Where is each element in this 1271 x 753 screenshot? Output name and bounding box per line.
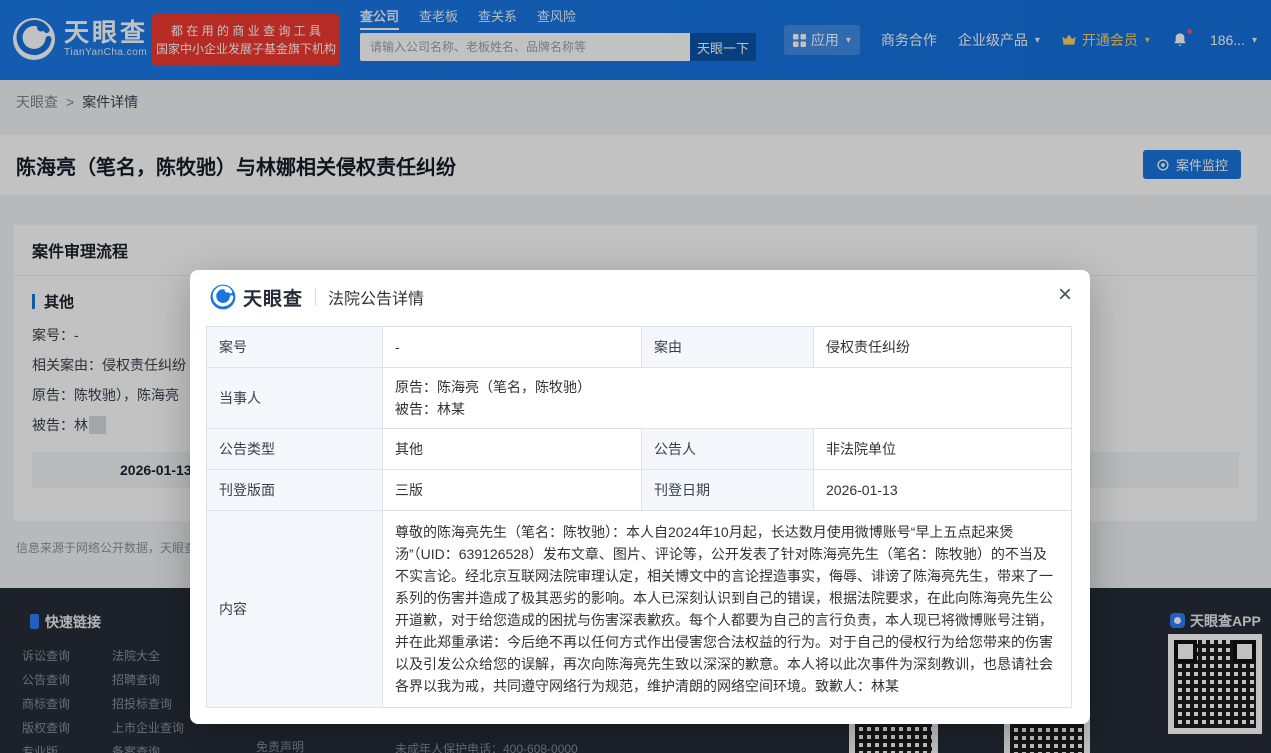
announcement-type-label: 公告类型: [207, 429, 382, 469]
announcer-value: 非法院单位: [813, 429, 1071, 469]
content-label: 内容: [207, 511, 382, 707]
parties-value: 原告：陈海亮（笔名，陈牧驰） 被告：林某: [382, 368, 1071, 428]
case-number-label: 案号: [207, 327, 382, 367]
tianyancha-logo-icon: [210, 284, 236, 310]
divider: [315, 288, 316, 306]
modal-brand: 天眼查: [243, 284, 303, 311]
cause-label: 案由: [641, 327, 813, 367]
page-layout-label: 刊登版面: [207, 470, 382, 510]
table-row: 刊登版面 三版 刊登日期 2026-01-13: [207, 469, 1071, 510]
announcement-table: 案号 - 案由 侵权责任纠纷 当事人 原告：陈海亮（笔名，陈牧驰） 被告：林某 …: [206, 326, 1072, 708]
court-announcement-modal: 天眼查 法院公告详情 × 案号 - 案由 侵权责任纠纷 当事人 原告：陈海亮（笔…: [190, 270, 1090, 724]
close-icon[interactable]: ×: [1058, 283, 1072, 307]
defendant-line: 被告：林某: [395, 399, 465, 420]
plaintiff-line: 原告：陈海亮（笔名，陈牧驰）: [395, 377, 591, 398]
announcement-type-value: 其他: [382, 429, 641, 469]
table-row: 当事人 原告：陈海亮（笔名，陈牧驰） 被告：林某: [207, 367, 1071, 428]
page: 天眼查 TianYanCha.com 都 在 用 的 商 业 查 询 工 具 国…: [0, 0, 1271, 753]
case-number-value: -: [382, 327, 641, 367]
cause-value: 侵权责任纠纷: [813, 327, 1071, 367]
table-row: 公告类型 其他 公告人 非法院单位: [207, 428, 1071, 469]
announcer-label: 公告人: [641, 429, 813, 469]
page-layout-value: 三版: [382, 470, 641, 510]
modal-title: 法院公告详情: [328, 285, 424, 309]
parties-label: 当事人: [207, 368, 382, 428]
table-row: 内容 尊敬的陈海亮先生（笔名：陈牧驰）：本人自2024年10月起，长达数月使用微…: [207, 510, 1071, 707]
content-value: 尊敬的陈海亮先生（笔名：陈牧驰）：本人自2024年10月起，长达数月使用微博账号…: [382, 511, 1071, 707]
publish-date-value: 2026-01-13: [813, 470, 1071, 510]
table-row: 案号 - 案由 侵权责任纠纷: [207, 327, 1071, 367]
modal-header: 天眼查 法院公告详情 ×: [190, 270, 1090, 324]
publish-date-label: 刊登日期: [641, 470, 813, 510]
